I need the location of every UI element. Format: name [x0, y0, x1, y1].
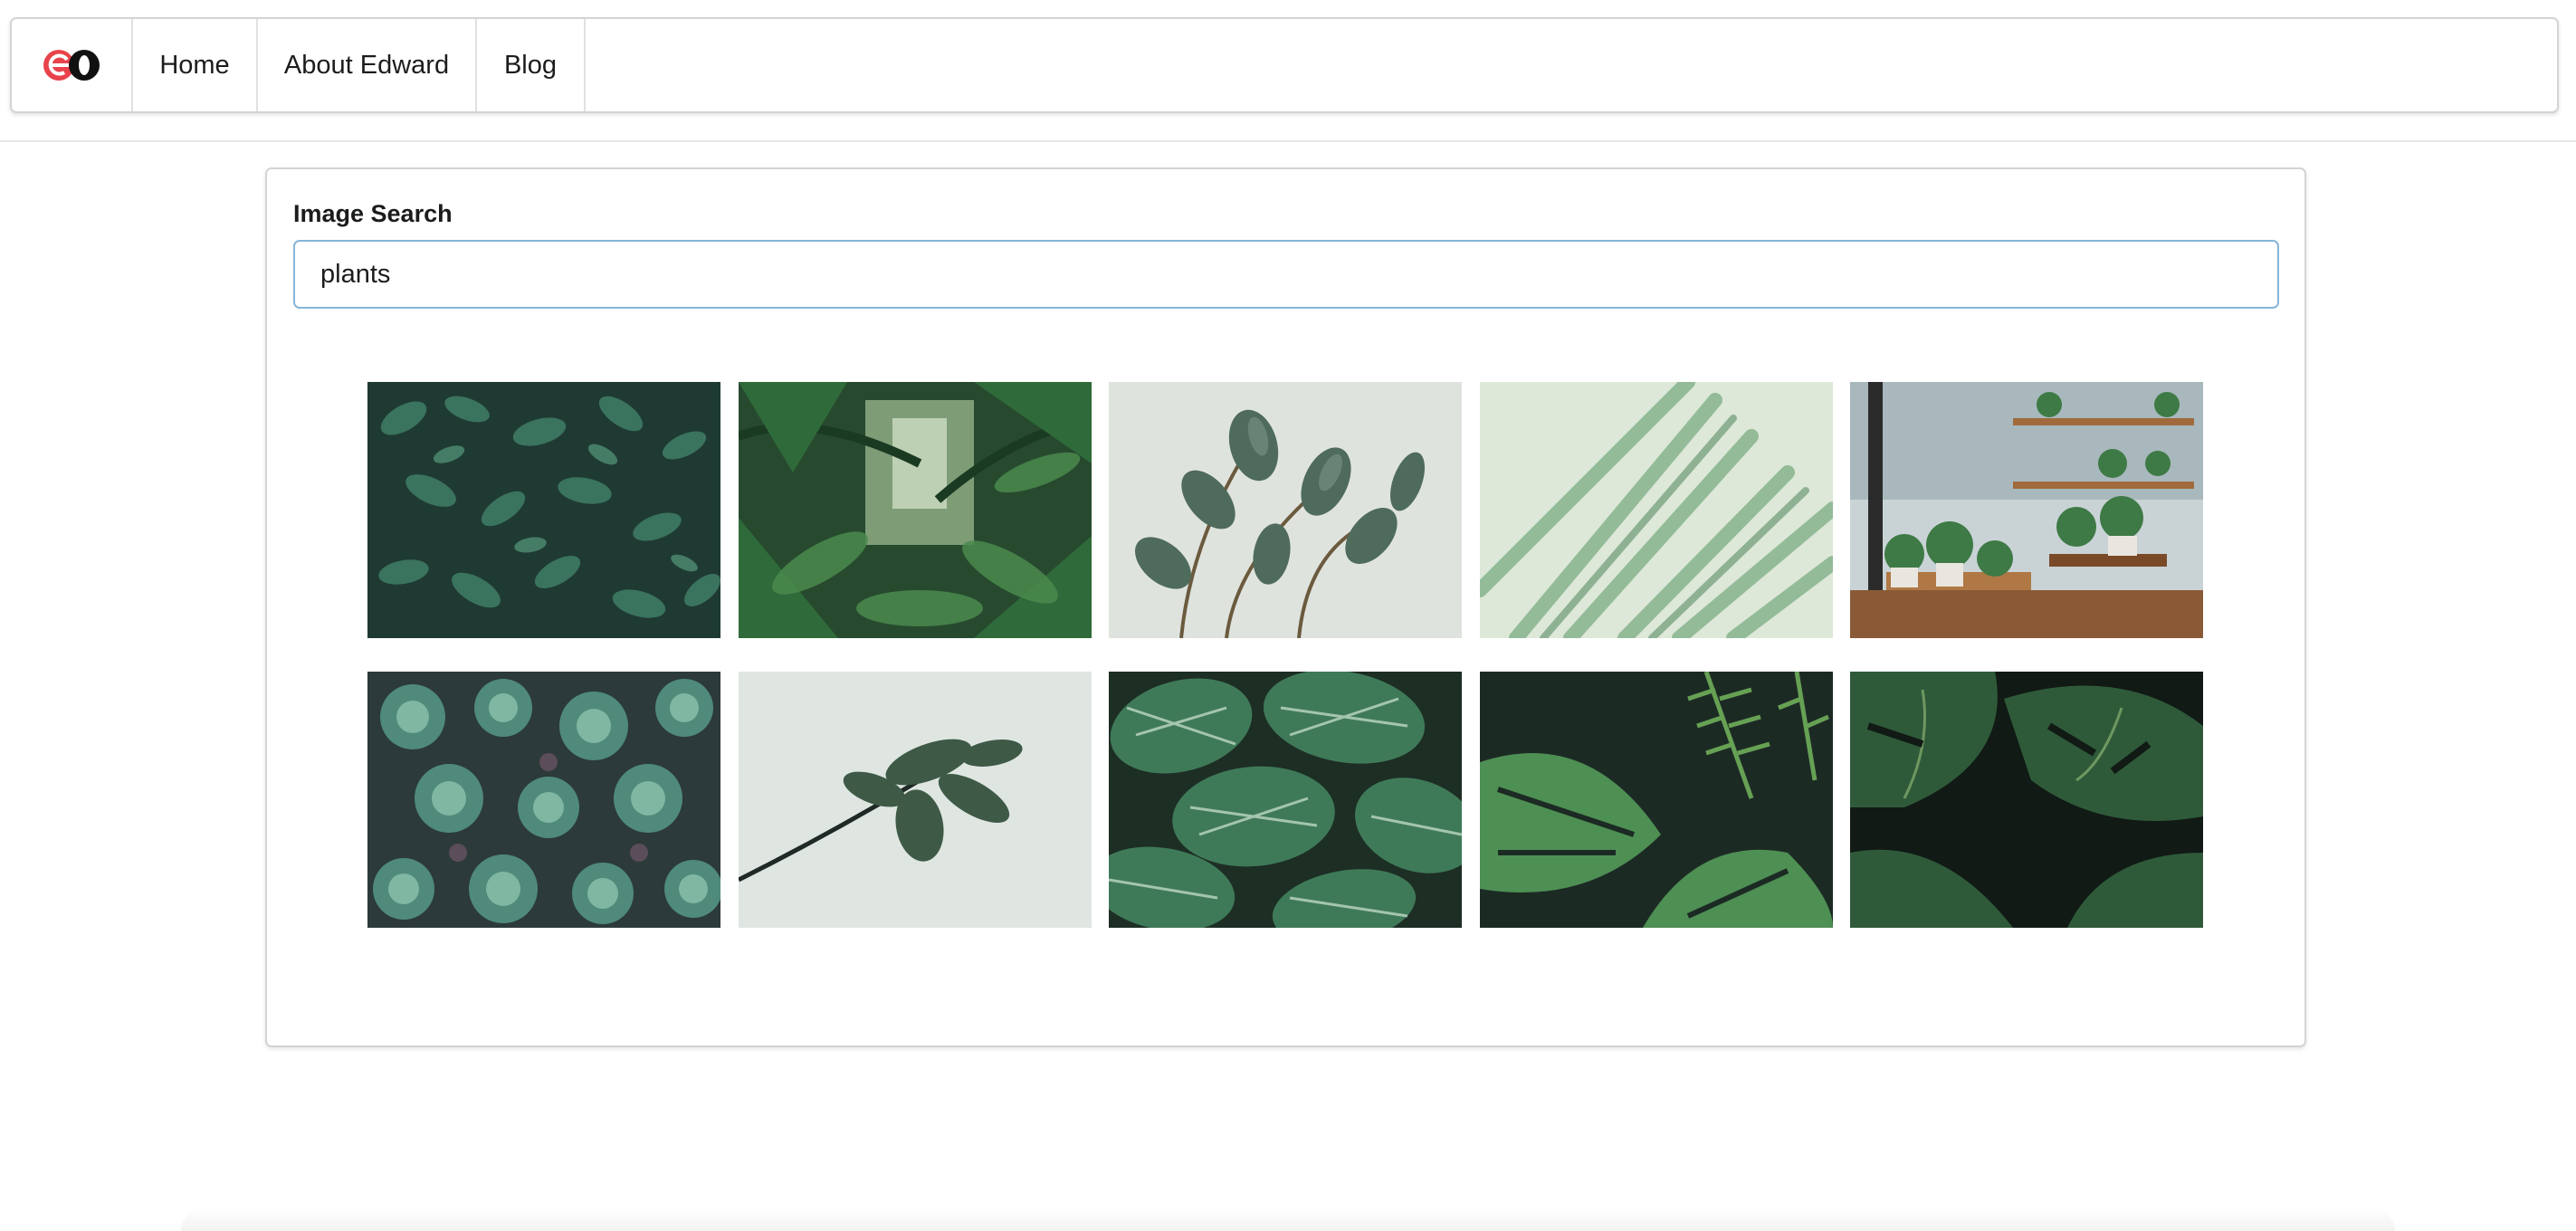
result-image-1[interactable]	[367, 382, 720, 638]
image-search-label: Image Search	[293, 200, 453, 227]
jungle-palms-image	[739, 382, 1092, 638]
result-image-6[interactable]	[367, 672, 720, 928]
result-image-8[interactable]	[1109, 672, 1462, 928]
single-branch-leaves-image	[739, 672, 1092, 928]
dense-green-leaves-image	[367, 382, 720, 638]
page: Home About Edward Blog Image Search	[0, 0, 2576, 1231]
bottom-shadow	[181, 1208, 2395, 1231]
result-image-3[interactable]	[1109, 382, 1462, 638]
nav-home[interactable]: Home	[133, 19, 258, 111]
striped-calathea-leaves-image	[1109, 672, 1462, 928]
plant-shop-shelves-image	[1850, 382, 2203, 638]
rubber-plant-image	[1109, 382, 1462, 638]
result-image-2[interactable]	[739, 382, 1092, 638]
result-image-4[interactable]	[1480, 382, 1833, 638]
top-menu: Home About Edward Blog	[10, 17, 2559, 113]
nav-about-edward[interactable]: About Edward	[258, 19, 477, 111]
blurred-palm-frond-image	[1480, 382, 1833, 638]
result-image-10[interactable]	[1850, 672, 2203, 928]
logo-link[interactable]	[12, 19, 133, 111]
eo-logo-icon	[43, 50, 100, 81]
succulents-image	[367, 672, 720, 928]
header-divider	[0, 140, 2576, 142]
nav-blog[interactable]: Blog	[477, 19, 586, 111]
result-image-5[interactable]	[1850, 382, 2203, 638]
image-search-input[interactable]	[293, 240, 2279, 309]
result-image-9[interactable]	[1480, 672, 1833, 928]
dark-monstera-leaves-image	[1850, 672, 2203, 928]
result-image-7[interactable]	[739, 672, 1092, 928]
monstera-and-fern-image	[1480, 672, 1833, 928]
